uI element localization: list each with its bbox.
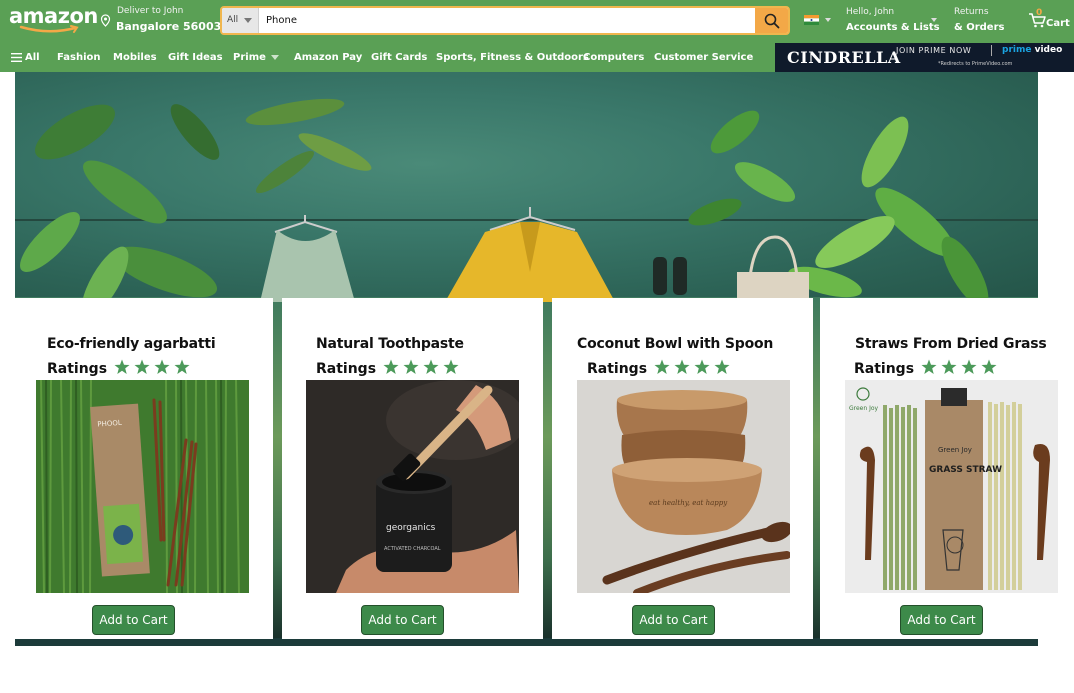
- search-bar: All: [220, 6, 790, 35]
- straw-pack-brand-text: Green Joy: [938, 446, 972, 454]
- product-ratings: Ratings: [587, 359, 734, 377]
- promo-divider: [991, 45, 992, 56]
- prime-video-promo-banner[interactable]: CINDRELLA JOIN PRIME NOW prime video *Re…: [775, 43, 1074, 72]
- chevron-down-icon: [270, 54, 279, 60]
- cart-label: Cart: [1046, 18, 1070, 29]
- product-image-grass-straws[interactable]: Green Joy Green Joy GRASS STRAW: [845, 380, 1058, 593]
- product-card: Natural Toothpaste Ratings georganics AC…: [282, 298, 543, 639]
- search-category-select[interactable]: All: [222, 8, 259, 33]
- product-image-toothpaste[interactable]: georganics ACTIVATED CHARCOAL: [306, 380, 519, 593]
- product-ratings: Ratings: [854, 359, 1001, 377]
- add-to-cart-button[interactable]: Add to Cart: [900, 605, 983, 635]
- product-image-coconut-bowl[interactable]: eat healthy, eat happy: [577, 380, 790, 593]
- star-rating-icon: [921, 359, 997, 374]
- prime-video-video-word: video: [1031, 45, 1063, 55]
- india-flag-icon[interactable]: [804, 15, 819, 25]
- toothpaste-brand-text: georganics: [386, 523, 436, 533]
- nav-item-sports-fitness-outdoors[interactable]: Sports, Fitness & Outdoors: [436, 52, 589, 63]
- returns-label: Returns: [954, 7, 989, 17]
- search-icon: [764, 13, 779, 28]
- bowl-text: eat healthy, eat happy: [649, 499, 728, 507]
- account-greeting: Hello, John: [846, 7, 895, 17]
- prime-video-prime-word: prime: [1002, 45, 1032, 55]
- add-to-cart-button[interactable]: Add to Cart: [632, 605, 715, 635]
- location-pin-icon: [100, 14, 111, 27]
- add-to-cart-button[interactable]: Add to Cart: [92, 605, 175, 635]
- chevron-down-icon: [244, 18, 252, 23]
- deliver-line-2: Bangalore 560034: [116, 20, 229, 33]
- straw-pack-title-text: GRASS STRAW: [929, 465, 1002, 475]
- nav-item-mobiles[interactable]: Mobiles: [113, 52, 157, 63]
- ratings-label: Ratings: [47, 361, 108, 377]
- product-card: Straws From Dried Grass Ratings Green Jo…: [820, 298, 1074, 639]
- nav-prime-label: Prime: [233, 52, 266, 63]
- star-rating-icon: [383, 359, 459, 374]
- promo-join-prime: JOIN PRIME NOW: [896, 46, 972, 55]
- product-ratings: Ratings: [47, 359, 194, 377]
- nav-item-customer-service[interactable]: Customer Service: [654, 52, 753, 63]
- product-card: Coconut Bowl with Spoon Ratings eat heal…: [552, 298, 813, 639]
- search-input[interactable]: [262, 8, 752, 33]
- product-title: Eco-friendly agarbatti: [47, 336, 216, 352]
- star-rating-icon: [654, 359, 730, 374]
- product-title: Straws From Dried Grass: [855, 336, 1047, 352]
- nav-item-fashion[interactable]: Fashion: [57, 52, 100, 63]
- search-category-label: All: [227, 15, 239, 25]
- hero-bottom-bar: [15, 638, 1038, 646]
- nav-item-gift-cards[interactable]: Gift Cards: [371, 52, 427, 63]
- ratings-label: Ratings: [587, 361, 648, 377]
- straw-brand-text: Green Joy: [849, 405, 879, 412]
- ratings-label: Ratings: [316, 361, 377, 377]
- deliver-line-1: Deliver to John: [117, 6, 184, 16]
- account-caret-icon: [931, 18, 937, 22]
- nav-all-label: All: [25, 52, 40, 63]
- toothpaste-sub-text: ACTIVATED CHARCOAL: [384, 546, 441, 552]
- nav-item-gift-ideas[interactable]: Gift Ideas: [168, 52, 223, 63]
- product-image-agarbatti[interactable]: PHOOL: [36, 380, 249, 593]
- account-lists-menu[interactable]: Hello, John Accounts & Lists: [846, 7, 940, 33]
- product-title: Natural Toothpaste: [316, 336, 464, 352]
- nav-item-amazon-pay[interactable]: Amazon Pay: [294, 52, 362, 63]
- hamburger-menu-icon: [11, 52, 22, 62]
- prime-video-logo: prime video: [1002, 45, 1062, 55]
- agarbatti-brand-text: PHOOL: [97, 419, 122, 429]
- search-button[interactable]: [755, 8, 788, 33]
- cart-button[interactable]: 0 Cart: [1028, 8, 1070, 32]
- promo-redirect-note: *Redirects to PrimeVideo.com: [938, 61, 1013, 67]
- nav-all-menu[interactable]: All: [11, 52, 40, 63]
- product-title: Coconut Bowl with Spoon: [577, 336, 774, 352]
- account-lists-label: Accounts & Lists: [846, 22, 940, 33]
- orders-label: & Orders: [954, 22, 1005, 33]
- language-caret-icon: [825, 18, 831, 22]
- product-card: Eco-friendly agarbatti Ratings PHOOL Add…: [15, 298, 273, 639]
- top-header: amazon Deliver to John Bangalore 560034 …: [0, 0, 1074, 43]
- product-ratings: Ratings: [316, 359, 463, 377]
- amazon-logo[interactable]: amazon: [9, 4, 98, 38]
- cart-count: 0: [1036, 8, 1043, 18]
- ratings-label: Ratings: [854, 361, 915, 377]
- returns-orders-link[interactable]: Returns & Orders: [954, 7, 1004, 33]
- add-to-cart-button[interactable]: Add to Cart: [361, 605, 444, 635]
- promo-title: CINDRELLA: [787, 48, 901, 67]
- logo-smile-icon: [19, 25, 79, 33]
- nav-item-prime[interactable]: Prime: [233, 52, 279, 63]
- nav-item-computers[interactable]: Computers: [583, 52, 644, 63]
- star-rating-icon: [114, 359, 190, 374]
